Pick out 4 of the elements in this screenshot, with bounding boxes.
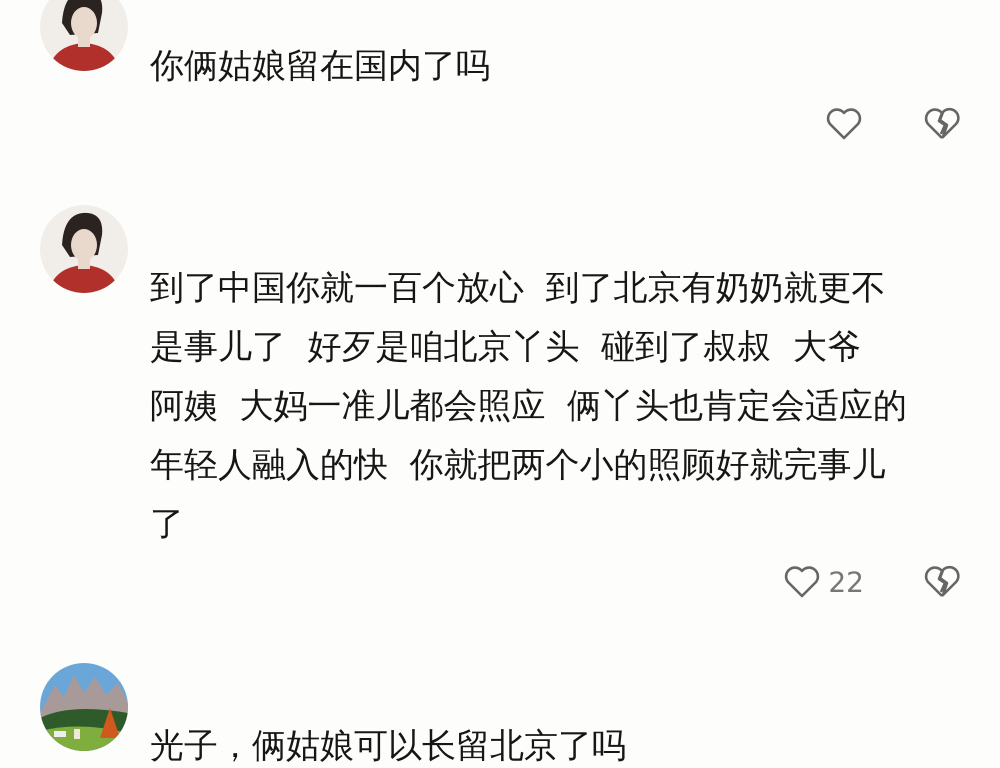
comment-text: 你俩姑娘留在国内了吗 [150,45,490,88]
comment-text: 光子，俩姑娘可以长留北京了吗 [150,725,626,768]
like-count: 22 [828,566,864,598]
comment-text: 到了中国你就一百个放心 到了北京有奶奶就更不 是事儿了 好歹是咱北京丫头 碰到了叔叔 大爷 阿姨 大妈一准儿都会照应 俩丫头也肯定会适应的 年轻人融入的快 你就把两个小的照顾好就完事儿 了 [150,267,908,546]
